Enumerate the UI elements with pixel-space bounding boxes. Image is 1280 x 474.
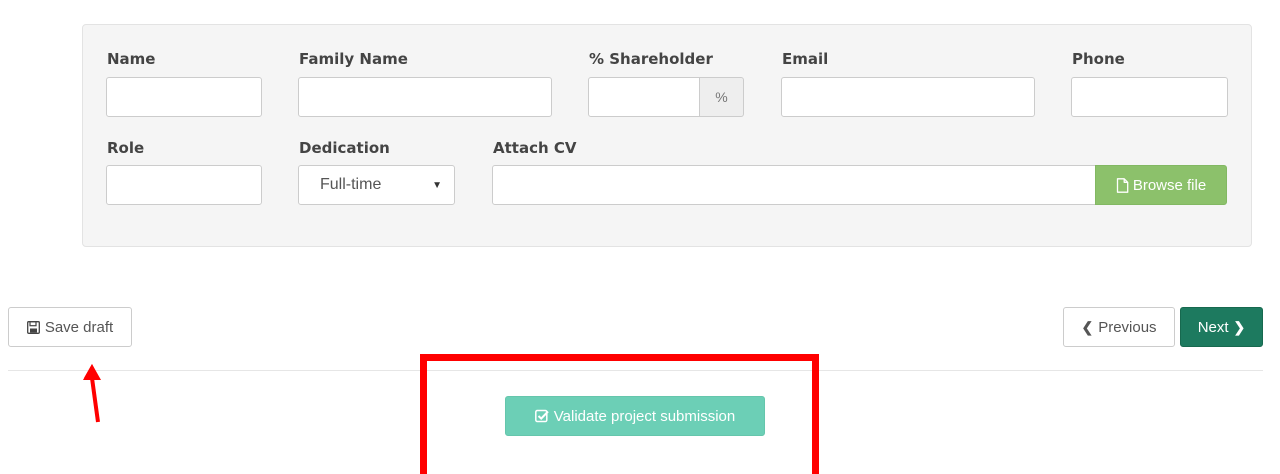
percent-addon: % (700, 77, 744, 117)
name-label: Name (107, 50, 156, 68)
browse-file-label: Browse file (1132, 176, 1207, 194)
annotation-arrow-icon (83, 364, 101, 423)
next-label: Next (1197, 318, 1229, 336)
save-draft-label: Save draft (44, 318, 114, 336)
previous-label: Previous (1098, 318, 1157, 336)
name-input[interactable] (106, 77, 262, 117)
annotation-highlight-box (420, 354, 819, 474)
file-icon (1116, 177, 1129, 193)
email-label: Email (782, 50, 829, 68)
next-button[interactable]: Next ❯ (1180, 307, 1263, 347)
dedication-select[interactable]: Full-time ▼ (298, 165, 455, 205)
email-input[interactable] (781, 77, 1035, 117)
dedication-selected-value: Full-time (320, 176, 382, 193)
attach-cv-label: Attach CV (493, 139, 577, 157)
cv-file-input[interactable] (492, 165, 1096, 205)
phone-input[interactable] (1071, 77, 1228, 117)
shareholder-input[interactable] (588, 77, 700, 117)
phone-label: Phone (1072, 50, 1125, 68)
chevron-left-icon: ❮ (1081, 318, 1094, 335)
caret-down-icon: ▼ (432, 179, 442, 191)
role-input[interactable] (106, 165, 262, 205)
family-name-label: Family Name (299, 50, 408, 68)
save-draft-button[interactable]: Save draft (8, 307, 132, 347)
shareholder-label: % Shareholder (589, 50, 713, 68)
floppy-disk-icon (26, 320, 40, 334)
chevron-right-icon: ❯ (1233, 318, 1246, 335)
dedication-label: Dedication (299, 139, 390, 157)
family-name-input[interactable] (298, 77, 552, 117)
browse-file-button[interactable]: Browse file (1095, 165, 1227, 205)
role-label: Role (107, 139, 145, 157)
previous-button[interactable]: ❮ Previous (1063, 307, 1175, 347)
